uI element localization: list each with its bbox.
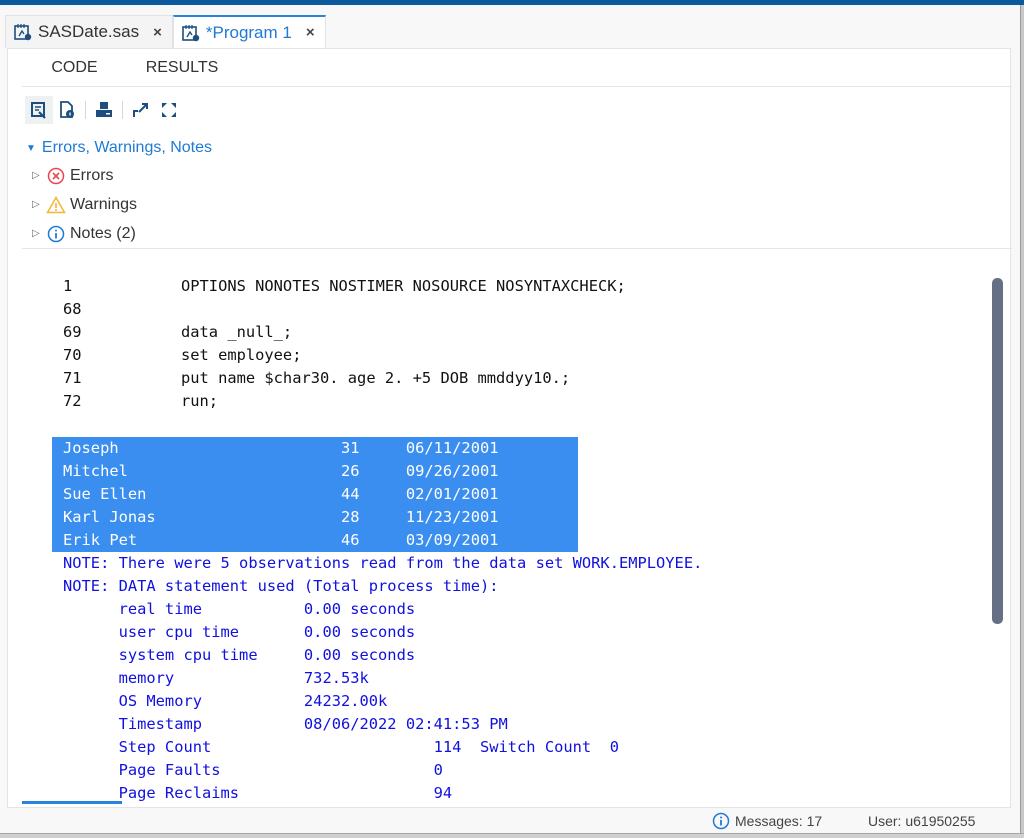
warning-icon: [46, 195, 66, 215]
log-output-line: Mitchel 26 09/26/2001: [63, 462, 499, 480]
caret-right-icon: ▷: [32, 170, 40, 181]
line-code: put name $char30. age 2. +5 DOB mmddyy10…: [181, 369, 571, 387]
show-log-icon[interactable]: [25, 96, 53, 124]
error-icon: [46, 166, 66, 186]
toolbar-divider: [122, 101, 123, 119]
print-icon[interactable]: [90, 96, 118, 124]
close-icon[interactable]: ×: [306, 24, 315, 41]
log-output-line: Joseph 31 06/11/2001: [63, 439, 499, 457]
errors-warnings-notes: ▼ Errors, Warnings, Notes ▷ Errors ▷ War…: [26, 135, 212, 248]
line-code: set employee;: [181, 346, 302, 364]
line-code: data _null_;: [181, 323, 293, 341]
log-output-line: Karl Jonas 28 11/23/2001: [63, 508, 499, 526]
close-icon[interactable]: ×: [153, 24, 162, 41]
log-note-line: OS Memory 24232.00k: [63, 692, 388, 710]
sas-program-icon: [182, 24, 200, 42]
log-output[interactable]: 1 OPTIONS NONOTES NOSTIMER NOSOURCE NOSYN…: [8, 249, 988, 804]
info-icon: [46, 224, 66, 244]
line-number: 68: [63, 300, 82, 318]
view-tabs: CODE LOG RESULTS: [22, 49, 1012, 804]
info-icon: [712, 812, 730, 830]
line-code: run;: [181, 392, 219, 410]
ewn-header[interactable]: ▼ Errors, Warnings, Notes: [26, 135, 212, 161]
ewn-item-label: Notes (2): [70, 224, 136, 242]
caret-right-icon: ▷: [32, 228, 40, 239]
log-note-line: NOTE: There were 5 observations read fro…: [63, 554, 703, 572]
window-right-edge: [1020, 5, 1024, 838]
ewn-item-label: Errors: [70, 166, 114, 184]
maximize-icon[interactable]: [155, 96, 183, 124]
log-note-line: Step Count 114 Switch Count 0: [63, 738, 619, 756]
caret-right-icon: ▷: [32, 199, 40, 210]
log-note-line: Page Reclaims 94: [63, 784, 453, 802]
line-number: 72: [63, 392, 82, 410]
log-note-line: memory 732.53k: [63, 669, 369, 687]
messages-status[interactable]: Messages: 17: [712, 810, 822, 832]
log-toolbar: [25, 95, 183, 125]
caret-down-icon: ▼: [26, 142, 36, 154]
line-number: 1: [63, 277, 73, 295]
window-bottom-edge: [0, 833, 1024, 838]
window-top-bar: [0, 0, 1024, 5]
sas-program-icon: [14, 23, 32, 41]
ewn-item-warnings[interactable]: ▷ Warnings: [26, 190, 212, 219]
line-number: 70: [63, 346, 82, 364]
tab-label: SASDate.sas: [38, 22, 140, 41]
messages-count: Messages: 17: [735, 813, 823, 829]
ewn-item-label: Warnings: [70, 195, 137, 213]
line-number: 71: [63, 369, 82, 387]
line-number: 69: [63, 323, 82, 341]
tab-code[interactable]: CODE: [22, 49, 127, 87]
tab-label: *Program 1: [205, 22, 292, 42]
log-note-line: Timestamp 08/06/2022 02:41:53 PM: [63, 715, 508, 733]
toolbar-divider: [85, 101, 86, 119]
log-output-line: Erik Pet 46 03/09/2001: [63, 531, 499, 549]
log-note-line: real time 0.00 seconds: [63, 600, 416, 618]
ewn-item-notes[interactable]: ▷ Notes (2): [26, 219, 212, 248]
ewn-header-label: Errors, Warnings, Notes: [41, 139, 213, 156]
log-info-icon[interactable]: [53, 96, 81, 124]
tab-program-1[interactable]: *Program 1 ×: [172, 15, 326, 48]
editor-tabs: SASDate.sas × *Program 1 ×: [5, 15, 326, 48]
pop-out-icon[interactable]: [127, 96, 155, 124]
line-code: OPTIONS NONOTES NOSTIMER NOSOURCE NOSYNT…: [181, 277, 626, 295]
vertical-scrollbar-thumb[interactable]: [992, 278, 1003, 624]
tab-results[interactable]: RESULTS: [127, 49, 237, 87]
tab-sasdate[interactable]: SASDate.sas ×: [5, 15, 173, 48]
user-status: User: u61950255: [868, 813, 976, 829]
log-note-line: user cpu time 0.00 seconds: [63, 623, 416, 641]
log-output-line: Sue Ellen 44 02/01/2001: [63, 485, 499, 503]
ewn-item-errors[interactable]: ▷ Errors: [26, 161, 212, 190]
log-note-line: system cpu time 0.00 seconds: [63, 646, 416, 664]
log-note-line: Page Faults 0: [63, 761, 443, 779]
log-note-line: NOTE: DATA statement used (Total process…: [63, 577, 499, 595]
program-panel: CODE LOG RESULTS ▼ Errors, Warnings, Not…: [7, 48, 1012, 808]
